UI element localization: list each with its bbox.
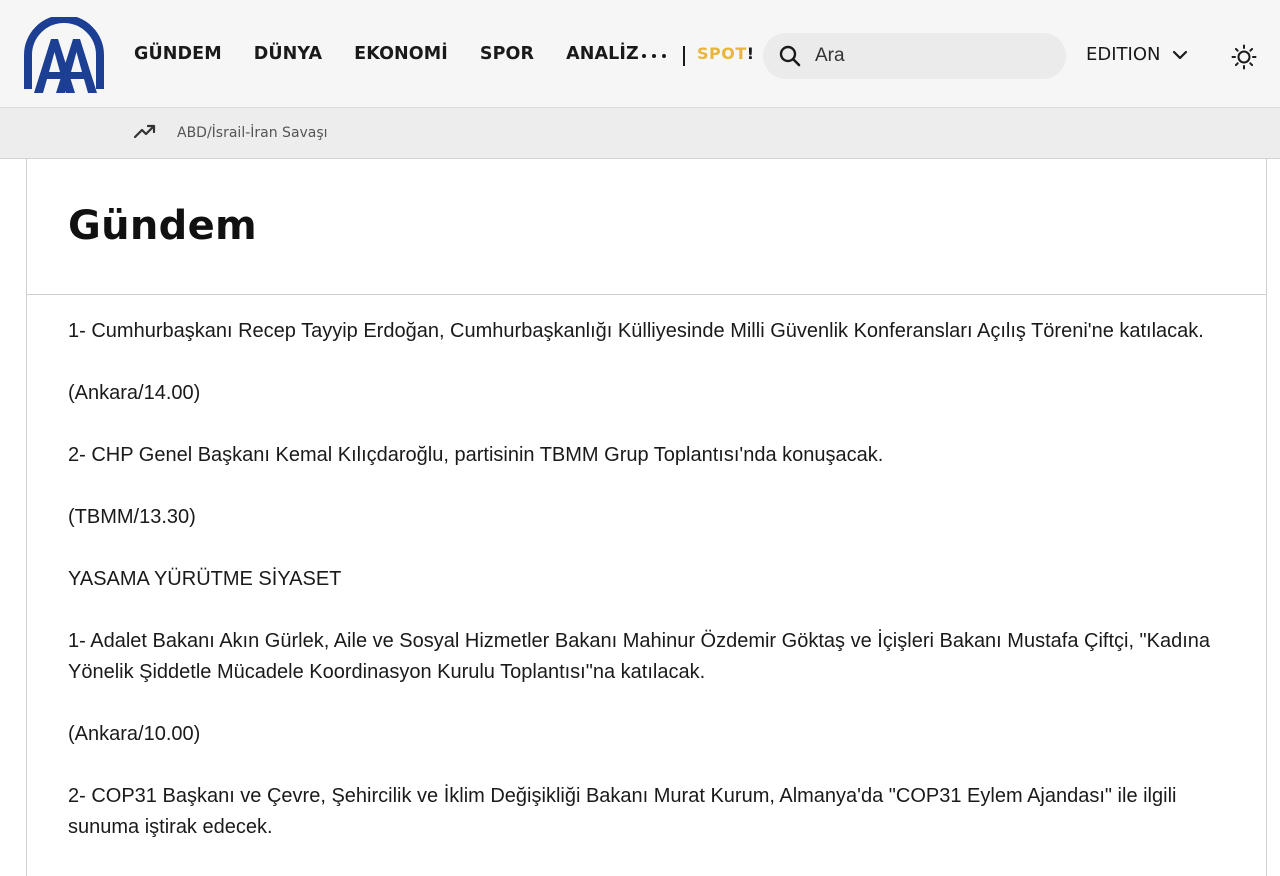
- title-area: Gündem: [27, 159, 1266, 295]
- article-body: 1- Cumhurbaşkanı Recep Tayyip Erdoğan, C…: [68, 316, 1238, 874]
- search-icon: [779, 45, 801, 67]
- site-header: GÜNDEM DÜNYA EKONOMİ SPOR ANALİZ SPOT! E…: [0, 0, 1280, 108]
- trending-up-icon: [134, 124, 156, 139]
- edition-selector[interactable]: EDITION: [1086, 44, 1188, 65]
- aa-logo[interactable]: [24, 17, 104, 95]
- trending-link[interactable]: ABD/İsrail-İran Savaşı: [177, 125, 328, 141]
- paragraph: 2- COP31 Başkanı ve Çevre, Şehircilik ve…: [68, 785, 1177, 838]
- section-heading: YASAMA YÜRÜTME SİYASET: [68, 568, 342, 590]
- ellipsis-icon[interactable]: [642, 46, 666, 66]
- nav-item-dunya[interactable]: DÜNYA: [254, 44, 322, 64]
- sun-icon[interactable]: [1231, 44, 1257, 70]
- chevron-down-icon: [1173, 50, 1188, 59]
- paragraph: 2- CHP Genel Başkanı Kemal Kılıçdaroğlu,…: [68, 444, 884, 466]
- paragraph: 1- Adalet Bakanı Akın Gürlek, Aile ve So…: [68, 630, 1211, 683]
- spot-bang: !: [746, 44, 755, 63]
- paragraph: (Ankara/10.00): [68, 723, 201, 745]
- nav-divider: [683, 46, 685, 66]
- nav-item-spor[interactable]: SPOR: [480, 44, 534, 64]
- article-card: Gündem 1- Cumhurbaşkanı Recep Tayyip Erd…: [26, 159, 1267, 876]
- paragraph: 1- Cumhurbaşkanı Recep Tayyip Erdoğan, C…: [68, 320, 1204, 342]
- nav-item-ekonomi[interactable]: EKONOMİ: [354, 44, 448, 64]
- main-nav: GÜNDEM DÜNYA EKONOMİ SPOR ANALİZ: [118, 0, 655, 108]
- nav-item-gundem[interactable]: GÜNDEM: [134, 44, 222, 64]
- spot-link[interactable]: SPOT!: [697, 44, 755, 63]
- search-box[interactable]: [763, 33, 1066, 79]
- paragraph: (Ankara/14.00): [68, 382, 201, 404]
- search-input[interactable]: [815, 45, 1035, 67]
- page-title: Gündem: [68, 203, 258, 249]
- nav-item-analiz[interactable]: ANALİZ: [566, 44, 639, 64]
- paragraph: (TBMM/13.30): [68, 506, 196, 528]
- spot-label: SPOT: [697, 44, 747, 63]
- edition-label: EDITION: [1086, 44, 1161, 65]
- trending-bar: ABD/İsrail-İran Savaşı: [0, 108, 1280, 159]
